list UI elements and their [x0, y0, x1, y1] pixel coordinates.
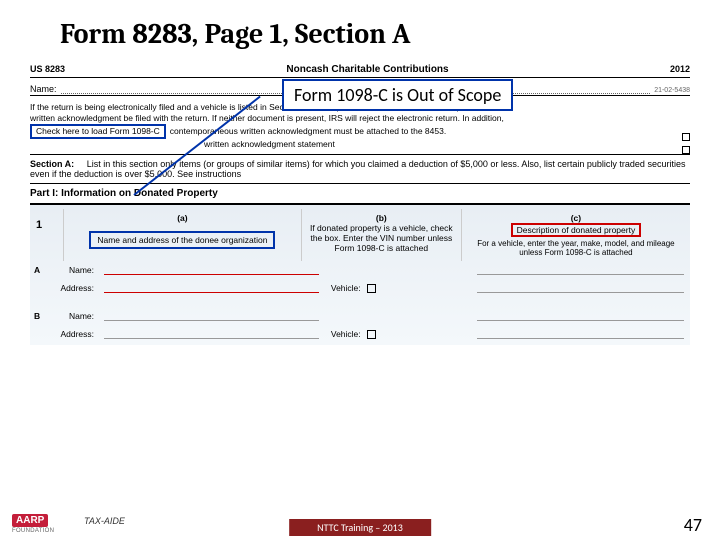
- col-a-box: Name and address of the donee organizati…: [89, 231, 275, 249]
- data-rows: A Name: Address: Vehicle: B Name:: [30, 261, 690, 343]
- row-a-desc2-field: [477, 283, 684, 293]
- row-a-addr-field: [104, 283, 319, 293]
- scope-callout: Form 1098-C is Out of Scope: [282, 79, 513, 111]
- slide-title: Form 8283, Page 1, Section A: [60, 18, 690, 50]
- form-year: 2012: [670, 64, 690, 75]
- row-b-addr-field: [104, 329, 319, 339]
- footer-bar: NTTC Training – 2013: [289, 519, 431, 536]
- section-a-header: Section A: List in this section only ite…: [30, 154, 690, 184]
- footer: AARP FOUNDATION TAX-AIDE NTTC Training –…: [0, 510, 720, 540]
- logo-subtext: FOUNDATION: [12, 528, 62, 534]
- row-b-name-label: Name:: [48, 311, 98, 321]
- load-1098c-box: Check here to load Form 1098-C: [30, 124, 166, 139]
- row-a-vehicle-label: Vehicle:: [331, 283, 361, 293]
- form-id: US 8283: [30, 64, 65, 75]
- col-c-box: Description of donated property: [511, 223, 642, 237]
- row-a-label: A: [30, 265, 48, 275]
- col-b-text: If donated property is a vehicle, check …: [308, 223, 455, 253]
- row-b-desc-field: [477, 311, 684, 321]
- note-line-2: written acknowledgment be filed with the…: [30, 113, 690, 124]
- row-a-addr-label: Address:: [48, 283, 98, 293]
- row-b-label: B: [30, 311, 48, 321]
- section-a-label: Section A:: [30, 159, 74, 169]
- row-a-desc-field: [477, 265, 684, 275]
- taxaide-label: TAX-AIDE: [84, 516, 125, 526]
- row-b-addr-label: Address:: [48, 329, 98, 339]
- row-num-1: 1: [30, 209, 64, 261]
- row-a-vehicle-checkbox: [367, 284, 376, 293]
- form-name: Noncash Charitable Contributions: [286, 64, 448, 75]
- checkbox-group: [682, 132, 690, 158]
- col-c-head: (c): [468, 213, 684, 223]
- col-a-head: (a): [70, 213, 295, 223]
- part-1-header: Part I: Information on Donated Property: [30, 184, 690, 205]
- checkbox-1: [682, 133, 690, 141]
- name-label: Name:: [30, 84, 57, 94]
- col-c-text: For a vehicle, enter the year, make, mod…: [468, 239, 684, 257]
- page-number: 47: [684, 514, 702, 536]
- row-b-desc2-field: [477, 329, 684, 339]
- ssn: 21-02-5438: [654, 87, 690, 94]
- logo-text: AARP: [12, 514, 48, 527]
- row-b-vehicle-checkbox: [367, 330, 376, 339]
- col-b-head: (b): [308, 213, 455, 223]
- row-a-name-label: Name:: [48, 265, 98, 275]
- note-line-4: written acknowledgment statement: [204, 139, 335, 150]
- column-headers: 1 (a) Name and address of the donee orga…: [30, 209, 690, 261]
- row-a-name-field: [104, 265, 319, 275]
- form-image: US 8283 Noncash Charitable Contributions…: [30, 64, 690, 345]
- aarp-logo: AARP FOUNDATION: [12, 510, 62, 532]
- checkbox-2: [682, 146, 690, 154]
- row-b-name-field: [104, 311, 319, 321]
- section-a-text: List in this section only items (or grou…: [30, 159, 685, 179]
- row-b-vehicle-label: Vehicle:: [331, 329, 361, 339]
